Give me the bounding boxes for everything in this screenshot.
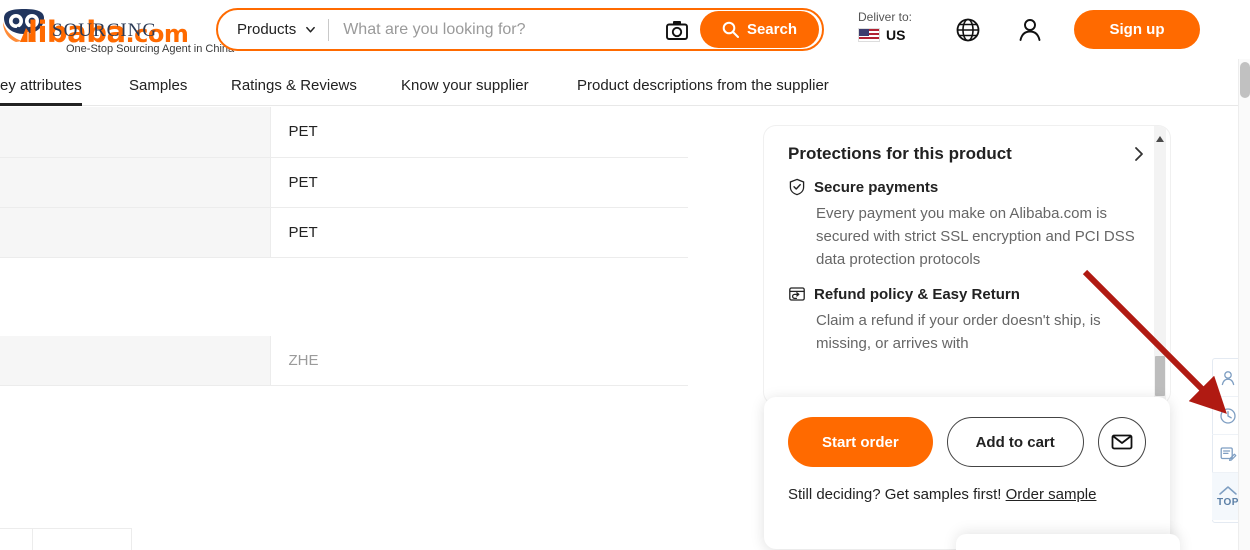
camera-icon[interactable] bbox=[664, 17, 690, 43]
search-bar: Products Search bbox=[216, 8, 824, 51]
table-row: ic Type PET bbox=[0, 207, 688, 258]
site-header: libaba.com SOURCING One-Stop Sourcing Ag… bbox=[0, 0, 1250, 59]
envelope-icon bbox=[1111, 434, 1133, 450]
back-to-top-label: TOP bbox=[1217, 497, 1239, 508]
user-account-icon[interactable] bbox=[1016, 16, 1044, 44]
clock-history-icon bbox=[1220, 407, 1236, 424]
table-row: e of Origin ZHE bbox=[0, 335, 688, 386]
deliver-to-label: Deliver to: bbox=[858, 10, 913, 24]
send-message-button[interactable] bbox=[1097, 417, 1146, 467]
deliver-to-country: US bbox=[886, 27, 906, 43]
attribute-value: PET bbox=[270, 157, 688, 208]
table-row: r Material PET bbox=[0, 157, 688, 208]
lead-time-cell bbox=[31, 528, 132, 550]
site-logo[interactable]: libaba.com SOURCING One-Stop Sourcing Ag… bbox=[0, 4, 234, 55]
logo-tagline: One-Stop Sourcing Agent in China bbox=[66, 43, 235, 55]
lead-time-cell bbox=[0, 528, 33, 550]
tab-know-your-supplier[interactable]: Know your supplier bbox=[401, 59, 529, 106]
sample-note-text: Still deciding? Get samples first! bbox=[788, 486, 1006, 503]
table-row: y Material PET bbox=[0, 107, 688, 158]
search-icon bbox=[722, 21, 739, 38]
logo-overlay-text: SOURCING bbox=[52, 20, 158, 41]
scroll-up-arrow-icon[interactable] bbox=[1156, 136, 1164, 142]
attribute-value: ZHE bbox=[270, 335, 688, 386]
attribute-value: PET bbox=[270, 207, 688, 258]
protection-body: Claim a refund if your order doesn't shi… bbox=[816, 312, 1101, 352]
table-row bbox=[0, 528, 132, 550]
key-attributes-table: y Material PET r Material PET ic Type PE… bbox=[0, 107, 688, 258]
search-button-label: Search bbox=[746, 21, 797, 38]
tab-label: Ratings & Reviews bbox=[231, 77, 357, 94]
page-root: libaba.com SOURCING One-Stop Sourcing Ag… bbox=[0, 0, 1250, 550]
protection-body: Every payment you make on Alibaba.com is… bbox=[816, 205, 1135, 268]
section-heading-other-attributes: attributes bbox=[0, 290, 760, 310]
tab-key-attributes[interactable]: ey attributes bbox=[0, 59, 82, 106]
globe-icon[interactable] bbox=[954, 16, 982, 44]
protections-title: Protections for this product bbox=[788, 144, 1012, 163]
section-heading-lead-time: time bbox=[0, 486, 760, 506]
start-order-button[interactable]: Start order bbox=[788, 417, 933, 467]
chevron-right-icon[interactable] bbox=[1130, 145, 1148, 163]
user-rail-icon bbox=[1221, 370, 1235, 385]
browser-scrollbar-thumb[interactable] bbox=[1240, 62, 1250, 98]
feedback-edit-icon bbox=[1220, 446, 1237, 461]
browser-scrollbar[interactable] bbox=[1238, 59, 1250, 550]
protection-item-secure-payments: Secure payments Every payment you make o… bbox=[764, 170, 1170, 271]
protection-item-refund-policy: Refund policy & Easy Return Claim a refu… bbox=[764, 271, 1170, 355]
order-actions-card: Start order Add to cart Still deciding? … bbox=[764, 397, 1170, 549]
other-attributes-table: e of Origin ZHE bbox=[0, 335, 688, 386]
search-divider bbox=[328, 18, 330, 41]
search-category-select[interactable]: Products bbox=[218, 10, 316, 49]
search-button[interactable]: Search bbox=[699, 11, 819, 48]
tab-label: Know your supplier bbox=[401, 77, 529, 94]
attribute-key: y Material bbox=[0, 123, 270, 140]
shield-check-icon bbox=[789, 178, 805, 196]
attribute-key: e of Origin bbox=[0, 352, 270, 369]
right-panel: Protections for this product Secure paym… bbox=[764, 126, 1170, 550]
tab-samples[interactable]: Samples bbox=[129, 59, 187, 106]
protection-title: Secure payments bbox=[814, 178, 939, 196]
scrollbar-thumb[interactable] bbox=[1155, 356, 1165, 396]
chevron-up-icon bbox=[1219, 486, 1237, 495]
deliver-to[interactable]: Deliver to: US bbox=[858, 10, 936, 43]
tab-label: ey attributes bbox=[0, 77, 82, 94]
attribute-key: r Material bbox=[0, 174, 270, 191]
us-flag-icon bbox=[858, 28, 880, 42]
floating-bottom-card bbox=[956, 534, 1180, 550]
attribute-key: ic Type bbox=[0, 224, 270, 241]
search-category-label: Products bbox=[237, 21, 297, 38]
attribute-value: PET bbox=[270, 107, 688, 158]
tab-ratings-reviews[interactable]: Ratings & Reviews bbox=[231, 59, 357, 106]
protections-scrollbar[interactable] bbox=[1154, 126, 1166, 404]
chevron-down-icon bbox=[306, 26, 316, 33]
add-to-cart-button[interactable]: Add to cart bbox=[946, 417, 1084, 467]
main-content: y Material PET r Material PET ic Type PE… bbox=[0, 107, 760, 550]
sign-up-button[interactable]: Sign up bbox=[1074, 10, 1200, 49]
tab-product-descriptions[interactable]: Product descriptions from the supplier bbox=[577, 59, 829, 106]
product-tabs: ey attributes Samples Ratings & Reviews … bbox=[0, 59, 1240, 106]
protection-title: Refund policy & Easy Return bbox=[814, 285, 1020, 303]
lead-time-table bbox=[0, 528, 132, 550]
refund-return-icon bbox=[789, 287, 805, 301]
tab-label: Product descriptions from the supplier bbox=[577, 77, 829, 94]
tab-label: Samples bbox=[129, 77, 188, 94]
protections-header[interactable]: Protections for this product bbox=[764, 126, 1170, 170]
search-input[interactable] bbox=[343, 20, 664, 39]
sample-note: Still deciding? Get samples first! Order… bbox=[788, 483, 1146, 507]
order-sample-link[interactable]: Order sample bbox=[1006, 486, 1097, 503]
protections-card: Protections for this product Secure paym… bbox=[764, 126, 1170, 404]
